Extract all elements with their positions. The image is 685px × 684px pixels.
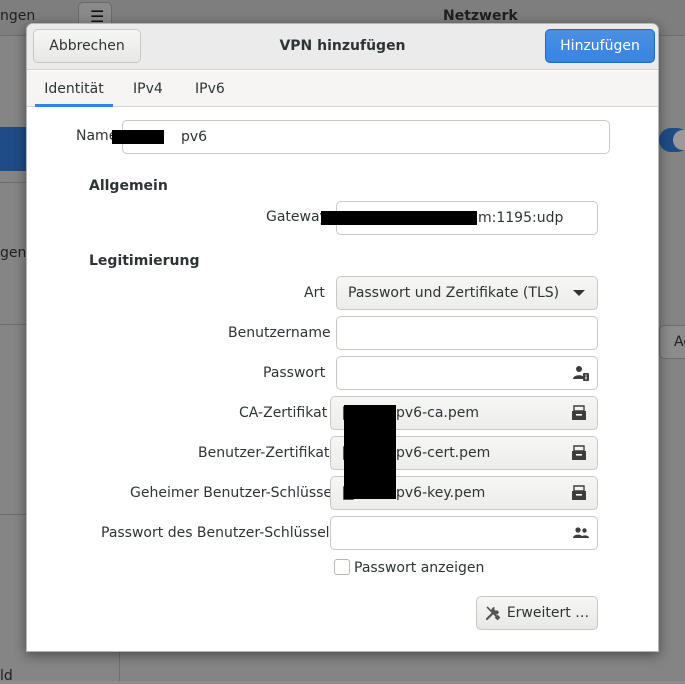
auth-type-dropdown[interactable]: Passwort und Zertifikate (TLS) (336, 276, 598, 310)
auth-type-value: Passwort und Zertifikate (TLS) (348, 285, 560, 301)
background-window-title: Netzwerk (443, 8, 518, 24)
user-key-filename: pv6-key.pem (396, 485, 486, 501)
tab-ipv6[interactable]: IPv6 (195, 71, 225, 107)
gateway-label: Gateway (266, 209, 328, 225)
background-toggle-switch[interactable] (659, 128, 685, 152)
ca-certificate-filename: pv6-ca.pem (396, 405, 479, 421)
name-input[interactable]: pv6 (122, 120, 610, 154)
username-input[interactable] (336, 316, 598, 350)
background-header-text: ngen (0, 8, 36, 24)
ca-certificate-label: CA-Zertifikat (239, 405, 328, 421)
file-open-icon (572, 485, 586, 500)
redaction-block (112, 130, 164, 144)
password-input[interactable] (336, 356, 598, 390)
password-label: Passwort (263, 365, 326, 381)
user-certificate-filename: pv6-cert.pem (396, 445, 491, 461)
background-sidebar-text-2: ld (0, 668, 13, 684)
background-button[interactable]: Ad (659, 325, 685, 359)
key-password-input[interactable] (330, 516, 598, 550)
identity-page: Name pv6 Allgemein Gateway m:1195:udp Le… (27, 107, 658, 651)
background-button-label: Ad (674, 334, 685, 350)
authentication-heading: Legitimierung (89, 253, 200, 269)
redaction-block (321, 211, 477, 225)
type-label: Art (304, 285, 325, 301)
redaction-block (344, 405, 396, 499)
advanced-button[interactable]: Erweitert … (476, 596, 598, 630)
background-divider (0, 324, 26, 325)
tab-bar: Identität IPv4 IPv6 (27, 71, 658, 107)
advanced-label: Erweitert … (506, 605, 590, 621)
background-divider (0, 514, 26, 515)
background-sidebar-text: gen (0, 245, 27, 261)
add-button[interactable]: Hinzufügen (545, 29, 655, 63)
username-label: Benutzername (228, 325, 331, 341)
key-password-label: Passwort des Benutzer-Schlüssels (101, 525, 337, 541)
name-value: pv6 (181, 129, 208, 145)
users-icon[interactable] (573, 525, 589, 541)
dropdown-arrow-icon (573, 290, 585, 296)
show-password-label: Passwort anzeigen (354, 560, 485, 576)
user-certificate-label: Benutzer-Zertifikat (198, 445, 330, 461)
tab-ipv4[interactable]: IPv4 (133, 71, 163, 107)
tools-icon (485, 606, 501, 621)
tab-identity[interactable]: Identität (35, 71, 113, 107)
user-info-icon[interactable] (573, 365, 589, 381)
show-password-checkbox[interactable] (334, 559, 350, 575)
user-key-label: Geheimer Benutzer-Schlüssel (130, 485, 336, 501)
dialog-headerbar: Abbrechen VPN hinzufügen Hinzufügen (27, 24, 658, 70)
file-open-icon (572, 405, 586, 420)
background-divider (0, 182, 26, 183)
gateway-value: m:1195:udp (478, 210, 564, 226)
general-heading: Allgemein (89, 178, 168, 194)
background-selected-row (0, 127, 26, 171)
add-vpn-dialog: Abbrechen VPN hinzufügen Hinzufügen Iden… (26, 23, 659, 652)
file-open-icon (572, 445, 586, 460)
